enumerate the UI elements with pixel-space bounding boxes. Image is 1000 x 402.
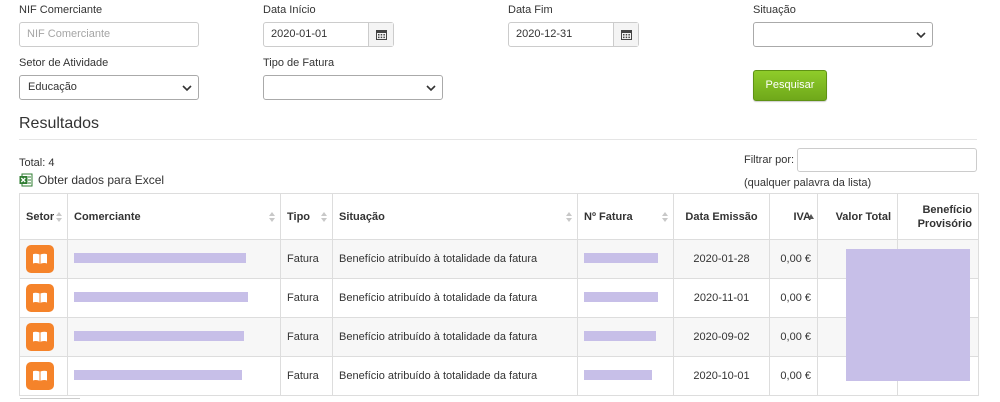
excel-link-label[interactable]: Obter dados para Excel [38,173,164,187]
header-situacao-label: Situação [339,210,385,223]
calendar-icon[interactable] [613,23,638,46]
header-n-fatura-label: Nº Fatura [584,210,633,223]
situacao-cell: Benefício atribuído à totalidade da fatu… [332,239,578,279]
tipo-cell: Fatura [280,356,333,396]
header-valor-total-label: Valor Total [835,210,891,223]
data-inicio-value[interactable]: 2020-01-01 [264,23,368,46]
fatura-redacted [584,291,658,302]
situacao-label: Situação [753,4,796,16]
table-row[interactable]: Fatura Benefício atribuído à totalidade … [19,239,979,279]
header-beneficio-provisorio[interactable]: Benefício Provisório [897,193,979,240]
sort-icon [808,214,814,219]
iva-cell: 0,00 € [769,239,818,279]
data-emissao-cell: 2020-10-01 [673,356,770,396]
comerciante-redacted [74,369,242,380]
sort-icon [566,212,572,222]
results-title: Resultados [19,115,100,132]
tipo-fatura-label: Tipo de Fatura [263,57,335,69]
header-iva[interactable]: IVA [769,193,818,240]
comerciante-redacted [74,252,246,263]
sort-icon [321,212,327,222]
table-row[interactable]: Fatura Benefício atribuído à totalidade … [19,356,979,396]
data-fim-value[interactable]: 2020-12-31 [509,23,613,46]
results-table: Setor Comerciante Tipo Situação Nº Fatur… [19,193,979,396]
situacao-cell: Benefício atribuído à totalidade da fatu… [332,356,578,396]
filter-hint: (qualquer palavra da lista) [744,177,872,189]
data-emissao-cell: 2020-11-01 [673,278,770,318]
header-comerciante[interactable]: Comerciante [67,193,281,240]
fatura-redacted [584,330,656,341]
data-emissao-cell: 2020-09-02 [673,317,770,357]
tipo-cell: Fatura [280,239,333,279]
chevron-down-icon [916,32,926,39]
pesquisar-button[interactable]: Pesquisar [753,70,827,101]
situacao-cell: Benefício atribuído à totalidade da fatu… [332,278,578,318]
fatura-redacted [584,369,652,380]
comerciante-redacted [74,291,248,302]
fatura-redacted [584,252,658,263]
setor-value: Educação [28,81,77,93]
sort-icon [269,212,275,222]
valor-beneficio-redacted [846,249,970,381]
data-fim-label: Data Fim [508,4,553,16]
iva-cell: 0,00 € [769,278,818,318]
header-setor-label: Setor [26,210,55,223]
tipo-cell: Fatura [280,317,333,357]
calendar-icon[interactable] [368,23,393,46]
tipo-cell: Fatura [280,278,333,318]
pagination-stub [20,398,80,402]
book-icon [26,362,54,390]
header-situacao[interactable]: Situação [332,193,578,240]
comerciante-redacted [74,330,244,341]
total-count: Total: 4 [19,157,55,169]
situacao-cell: Benefício atribuído à totalidade da fatu… [332,317,578,357]
data-emissao-cell: 2020-01-28 [673,239,770,279]
book-icon [26,284,54,312]
divider [19,139,977,140]
setor-select[interactable]: Educação [19,75,199,100]
header-valor-total[interactable]: Valor Total [817,193,898,240]
header-tipo[interactable]: Tipo [280,193,333,240]
table-row[interactable]: Fatura Benefício atribuído à totalidade … [19,278,979,318]
data-inicio-field[interactable]: 2020-01-01 [263,22,394,47]
iva-cell: 0,00 € [769,317,818,357]
sort-icon [662,212,668,222]
header-data-emissao-label: Data Emissão [685,210,758,223]
chevron-down-icon [426,85,436,92]
chevron-down-icon [182,85,192,92]
iva-cell: 0,00 € [769,356,818,396]
data-inicio-label: Data Início [263,4,316,16]
header-n-fatura[interactable]: Nº Fatura [577,193,674,240]
setor-label: Setor de Atividade [19,57,109,69]
data-fim-field[interactable]: 2020-12-31 [508,22,639,47]
header-setor[interactable]: Setor [19,193,68,240]
header-beneficio-provisorio-label: Benefício Provisório [917,203,972,230]
book-icon [26,323,54,351]
sort-icon [56,212,62,222]
filter-label: Filtrar por: [744,154,795,166]
nif-input[interactable]: NIF Comerciante [19,22,199,47]
nif-label: NIF Comerciante [19,4,103,16]
header-data-emissao[interactable]: Data Emissão [673,193,770,240]
filter-input[interactable] [797,148,977,172]
excel-link[interactable]: Obter dados para Excel [19,173,164,187]
excel-icon [19,173,33,187]
book-icon [26,245,54,273]
header-tipo-label: Tipo [287,210,311,223]
situacao-select[interactable] [753,22,933,47]
header-comerciante-label: Comerciante [74,210,141,223]
table-row[interactable]: Fatura Benefício atribuído à totalidade … [19,317,979,357]
tipo-fatura-select[interactable] [263,75,443,100]
